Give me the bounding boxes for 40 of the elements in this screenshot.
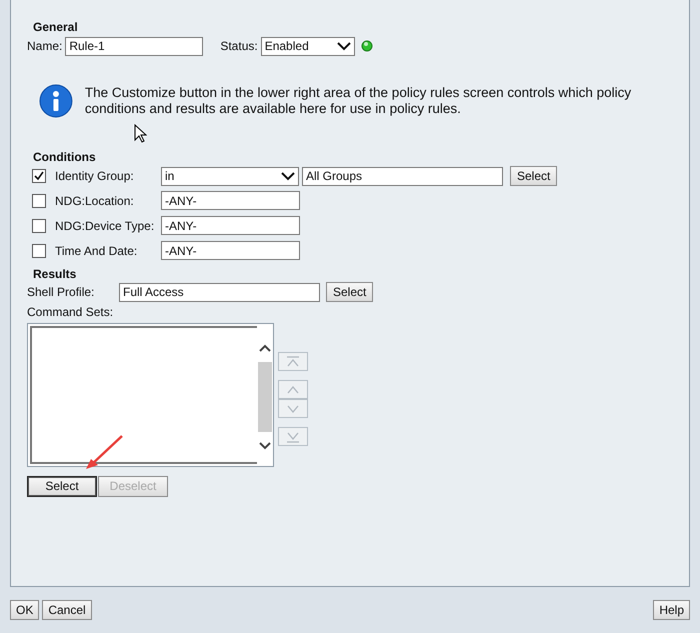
checkbox[interactable] [32, 244, 46, 258]
condition-value-field[interactable]: All Groups [302, 166, 503, 186]
ok-button[interactable]: OK [10, 600, 40, 620]
field-label: Status: [220, 39, 258, 53]
checkbox[interactable] [32, 194, 46, 208]
scroll-up-icon[interactable] [259, 344, 271, 352]
field-label: Command Sets: [27, 305, 114, 319]
command-sets-list[interactable] [27, 323, 274, 467]
condition-value-field[interactable]: -ANY- [161, 241, 300, 260]
dropdown-caret-icon [281, 172, 295, 180]
select-button[interactable]: Select [27, 476, 97, 496]
operator-dropdown[interactable]: in [161, 166, 299, 186]
name-field[interactable]: Rule-1 [65, 36, 204, 56]
info-text: The Customize button in the lower right area of the policy rules screen controls which policy conditions and results are available here for use in policy rules. [84, 85, 632, 117]
condition-value-field[interactable]: -ANY- [161, 216, 300, 235]
shell-profile-field[interactable]: Full Access [119, 282, 320, 302]
condition-label: Time And Date: [55, 244, 138, 258]
scrollbar-thumb[interactable] [258, 362, 272, 432]
checkbox[interactable] [32, 218, 46, 232]
info-icon [39, 84, 73, 118]
status-indicator-icon [360, 40, 373, 52]
select-button[interactable]: Select [510, 166, 558, 186]
mouse-cursor-icon [134, 124, 147, 143]
select-button[interactable]: Select [326, 282, 374, 302]
dropdown-caret-icon [336, 42, 351, 50]
field-label: Shell Profile: [27, 285, 96, 299]
checkbox[interactable] [32, 169, 46, 183]
status-dropdown[interactable]: Enabled [260, 36, 355, 56]
scroll-down-icon[interactable] [259, 442, 271, 450]
section-heading: General [33, 20, 79, 34]
help-button[interactable]: Help [653, 600, 690, 620]
condition-label: Identity Group: [55, 169, 135, 183]
condition-label: NDG:Device Type: [55, 218, 156, 232]
section-heading: Conditions [33, 150, 97, 164]
section-heading: Results [33, 267, 78, 281]
condition-label: NDG:Location: [55, 194, 135, 208]
field-label: Name: [27, 39, 62, 53]
chevron-up-bar-icon [285, 354, 301, 368]
condition-value-field[interactable]: -ANY- [161, 191, 300, 210]
cancel-button[interactable]: Cancel [42, 600, 92, 620]
